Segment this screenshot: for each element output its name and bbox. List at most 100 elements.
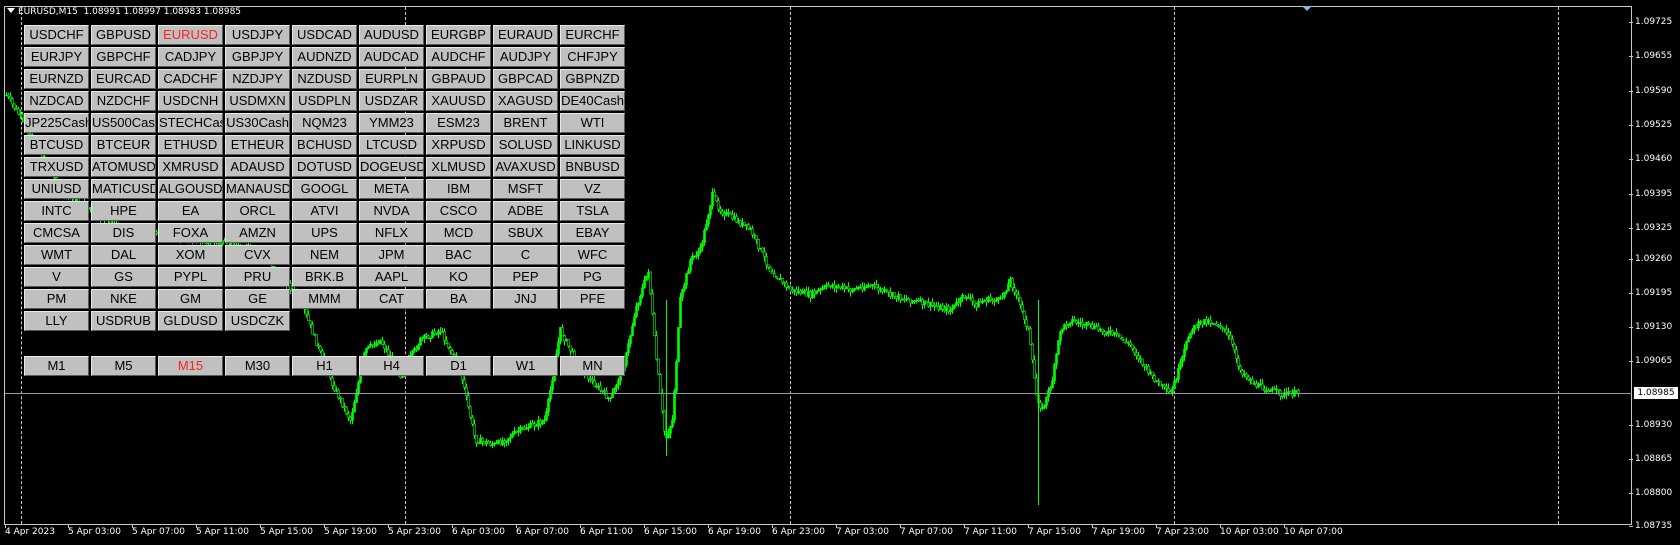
symbol-button-bchusd[interactable]: BCHUSD [292, 135, 357, 155]
symbol-button-us30cash[interactable]: US30Cash [225, 113, 290, 133]
symbol-button-pru[interactable]: PRU [225, 267, 290, 287]
symbol-button-nem[interactable]: NEM [292, 245, 357, 265]
timeframe-button-m15[interactable]: M15 [158, 356, 223, 376]
symbol-button-adausd[interactable]: ADAUSD [225, 157, 290, 177]
symbol-button-bnbusd[interactable]: BNBUSD [560, 157, 625, 177]
symbol-button-nzdchf[interactable]: NZDCHF [91, 91, 156, 111]
symbol-button-eurpln[interactable]: EURPLN [359, 69, 424, 89]
symbol-button-atvi[interactable]: ATVI [292, 201, 357, 221]
timeframe-button-h1[interactable]: H1 [292, 356, 357, 376]
symbol-button-cvx[interactable]: CVX [225, 245, 290, 265]
symbol-button-meta[interactable]: META [359, 179, 424, 199]
symbol-button-c[interactable]: C [493, 245, 558, 265]
symbol-button-avaxusd[interactable]: AVAXUSD [493, 157, 558, 177]
symbol-button-v[interactable]: V [24, 267, 89, 287]
symbol-button-pypl[interactable]: PYPL [158, 267, 223, 287]
symbol-button-hpe[interactable]: HPE [91, 201, 156, 221]
symbol-button-usdpln[interactable]: USDPLN [292, 91, 357, 111]
symbol-button-usdcnh[interactable]: USDCNH [158, 91, 223, 111]
symbol-button-tsla[interactable]: TSLA [560, 201, 625, 221]
symbol-button-nqm23[interactable]: NQM23 [292, 113, 357, 133]
symbol-button-ltcusd[interactable]: LTCUSD [359, 135, 424, 155]
timeframe-button-w1[interactable]: W1 [493, 356, 558, 376]
symbol-button-btceur[interactable]: BTCEUR [91, 135, 156, 155]
symbol-button-eurcad[interactable]: EURCAD [91, 69, 156, 89]
symbol-button-dotusd[interactable]: DOTUSD [292, 157, 357, 177]
symbol-button-foxa[interactable]: FOXA [158, 223, 223, 243]
symbol-button-pm[interactable]: PM [24, 289, 89, 309]
symbol-button-lly[interactable]: LLY [24, 311, 89, 331]
symbol-button-gbpcad[interactable]: GBPCAD [493, 69, 558, 89]
symbol-button-solusd[interactable]: SOLUSD [493, 135, 558, 155]
symbol-button-uniusd[interactable]: UNIUSD [24, 179, 89, 199]
symbol-button-amzn[interactable]: AMZN [225, 223, 290, 243]
symbol-button-audcad[interactable]: AUDCAD [359, 47, 424, 67]
symbol-button-ko[interactable]: KO [426, 267, 491, 287]
symbol-button-usdchf[interactable]: USDCHF [24, 25, 89, 45]
symbol-button-algousd[interactable]: ALGOUSD [158, 179, 223, 199]
symbol-button-xlmusd[interactable]: XLMUSD [426, 157, 491, 177]
symbol-button-linkusd[interactable]: LINKUSD [560, 135, 625, 155]
symbol-button-eurusd[interactable]: EURUSD [158, 25, 223, 45]
symbol-button-brk-b[interactable]: BRK.B [292, 267, 357, 287]
symbol-button-cadjpy[interactable]: CADJPY [158, 47, 223, 67]
symbol-button-aapl[interactable]: AAPL [359, 267, 424, 287]
symbol-button-googl[interactable]: GOOGL [292, 179, 357, 199]
symbol-button-usdrub[interactable]: USDRUB [91, 311, 156, 331]
timeframe-button-m1[interactable]: M1 [24, 356, 89, 376]
timeframe-button-h4[interactable]: H4 [359, 356, 424, 376]
symbol-button-euraud[interactable]: EURAUD [493, 25, 558, 45]
symbol-button-nvda[interactable]: NVDA [359, 201, 424, 221]
symbol-button-mmm[interactable]: MMM [292, 289, 357, 309]
symbol-button-manausd[interactable]: MANAUSD [225, 179, 290, 199]
symbol-button-ba[interactable]: BA [426, 289, 491, 309]
symbol-button-atomusd[interactable]: ATOMUSD [91, 157, 156, 177]
symbol-button-trxusd[interactable]: TRXUSD [24, 157, 89, 177]
symbol-button-audchf[interactable]: AUDCHF [426, 47, 491, 67]
symbol-button-gbpchf[interactable]: GBPCHF [91, 47, 156, 67]
symbol-button-esm23[interactable]: ESM23 [426, 113, 491, 133]
timeframe-button-m5[interactable]: M5 [91, 356, 156, 376]
symbol-button-eurchf[interactable]: EURCHF [560, 25, 625, 45]
symbol-button-ibm[interactable]: IBM [426, 179, 491, 199]
symbol-button-xauusd[interactable]: XAUUSD [426, 91, 491, 111]
symbol-button-orcl[interactable]: ORCL [225, 201, 290, 221]
symbol-button-sbux[interactable]: SBUX [493, 223, 558, 243]
symbol-button-vz[interactable]: VZ [560, 179, 625, 199]
symbol-button-eurjpy[interactable]: EURJPY [24, 47, 89, 67]
symbol-button-usdjpy[interactable]: USDJPY [225, 25, 290, 45]
symbol-button-dal[interactable]: DAL [91, 245, 156, 265]
symbol-button-audnzd[interactable]: AUDNZD [292, 47, 357, 67]
symbol-button-gbpaud[interactable]: GBPAUD [426, 69, 491, 89]
symbol-button-audjpy[interactable]: AUDJPY [493, 47, 558, 67]
symbol-button-xmrusd[interactable]: XMRUSD [158, 157, 223, 177]
symbol-button-adbe[interactable]: ADBE [493, 201, 558, 221]
timeframe-button-m30[interactable]: M30 [225, 356, 290, 376]
symbol-button-pep[interactable]: PEP [493, 267, 558, 287]
symbol-button-ups[interactable]: UPS [292, 223, 357, 243]
symbol-button-gm[interactable]: GM [158, 289, 223, 309]
symbol-button-usdzar[interactable]: USDZAR [359, 91, 424, 111]
symbol-button-wfc[interactable]: WFC [560, 245, 625, 265]
symbol-button-bac[interactable]: BAC [426, 245, 491, 265]
symbol-button-us500cash[interactable]: US500Cash [91, 113, 156, 133]
symbol-button-gbpnzd[interactable]: GBPNZD [560, 69, 625, 89]
symbol-button-ymm23[interactable]: YMM23 [359, 113, 424, 133]
symbol-button-ethusd[interactable]: ETHUSD [158, 135, 223, 155]
symbol-button-nflx[interactable]: NFLX [359, 223, 424, 243]
symbol-button-brent[interactable]: BRENT [493, 113, 558, 133]
symbol-button-wti[interactable]: WTI [560, 113, 625, 133]
symbol-button-pg[interactable]: PG [560, 267, 625, 287]
symbol-button-csco[interactable]: CSCO [426, 201, 491, 221]
symbol-button-xom[interactable]: XOM [158, 245, 223, 265]
symbol-button-eurgbp[interactable]: EURGBP [426, 25, 491, 45]
symbol-button-intc[interactable]: INTC [24, 201, 89, 221]
symbol-button-usdmxn[interactable]: USDMXN [225, 91, 290, 111]
timeframe-button-mn[interactable]: MN [560, 356, 625, 376]
symbol-button-jpm[interactable]: JPM [359, 245, 424, 265]
symbol-button-usdczk[interactable]: USDCZK [225, 311, 290, 331]
symbol-button-ea[interactable]: EA [158, 201, 223, 221]
symbol-button-pfe[interactable]: PFE [560, 289, 625, 309]
symbol-button-de40cash[interactable]: DE40Cash [560, 91, 625, 111]
symbol-button-usdcad[interactable]: USDCAD [292, 25, 357, 45]
